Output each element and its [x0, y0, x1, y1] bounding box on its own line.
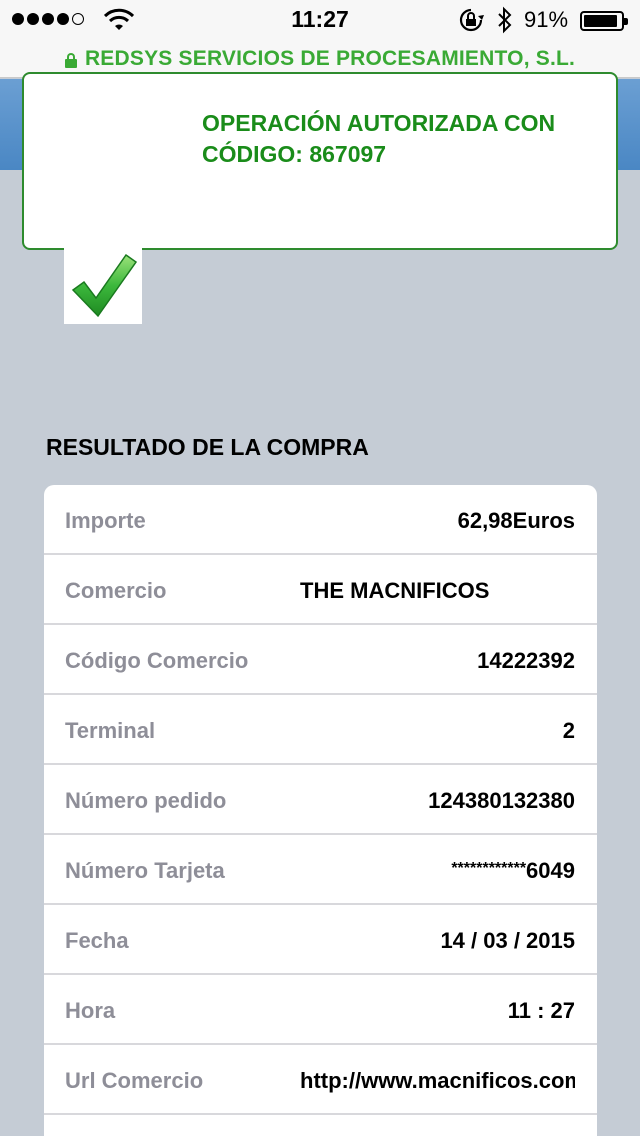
authorization-message: OPERACIÓN AUTORIZADA CON CÓDIGO: 867097: [202, 110, 556, 167]
masked-card-digits: ************: [451, 860, 527, 877]
row-value: 14222392: [477, 648, 575, 673]
battery-icon: [580, 11, 628, 31]
row-value: ************6049: [451, 835, 575, 907]
row-value[interactable]: http://www.macnificos.com: [300, 1045, 575, 1117]
row-label: Terminal: [65, 718, 156, 743]
table-row-comercio: Comercio THE MACNIFICOS: [44, 555, 597, 625]
row-value: THE MACNIFICOS: [300, 578, 490, 603]
checkmark-icon: [64, 246, 142, 324]
row-value: 11 : 27: [507, 998, 575, 1023]
result-title: RESULTADO DE LA COMPRA: [46, 434, 369, 460]
row-label: Url Comercio: [65, 1068, 204, 1093]
table-row-importe: Importe 62,98Euros: [44, 485, 597, 555]
table-row-codigo-comercio: Código Comercio 14222392: [44, 625, 597, 695]
result-table: Importe 62,98Euros Comercio THE MACNIFIC…: [44, 485, 597, 1136]
row-label: Número pedido: [65, 788, 227, 813]
table-row-numero-tarjeta: Número Tarjeta ************6049: [44, 835, 597, 905]
row-label: Importe: [65, 508, 146, 533]
table-row-fecha: Fecha 14 / 03 / 2015: [44, 905, 597, 975]
row-label: Hora: [65, 998, 116, 1023]
status-bar: 11:27 91%: [0, 0, 640, 40]
authorization-panel: OPERACIÓN AUTORIZADA CON CÓDIGO: 867097: [22, 72, 618, 250]
table-row-terminal: Terminal 2: [44, 695, 597, 765]
site-name: REDSYS SERVICIOS DE PROCESAMIENTO, S.L.: [84, 46, 576, 70]
page: 11:27 91% REDSYS SERVICIOS DE PROCESAMIE…: [0, 0, 640, 1136]
padlock-icon: [64, 52, 77, 68]
row-value: 14 / 03 / 2015: [440, 928, 575, 953]
row-label: Número Tarjeta: [65, 858, 225, 883]
bluetooth-icon: [498, 6, 512, 34]
table-row-numero-pedido: Número pedido 124380132380: [44, 765, 597, 835]
card-last-digits: 6049: [526, 858, 575, 883]
row-label: Comercio: [65, 578, 167, 603]
table-row-url-comercio: Url Comercio http://www.macnificos.com: [44, 1045, 597, 1115]
row-label: Fecha: [65, 928, 129, 953]
row-value: 2: [562, 718, 575, 743]
row-value: 124380132380: [428, 788, 575, 813]
table-row-hora: Hora 11 : 27: [44, 975, 597, 1045]
row-value: 62,98Euros: [457, 508, 575, 533]
row-label: Código Comercio: [65, 648, 249, 673]
rotation-lock-icon: [459, 8, 484, 32]
battery-percentage: 91%: [524, 7, 569, 32]
